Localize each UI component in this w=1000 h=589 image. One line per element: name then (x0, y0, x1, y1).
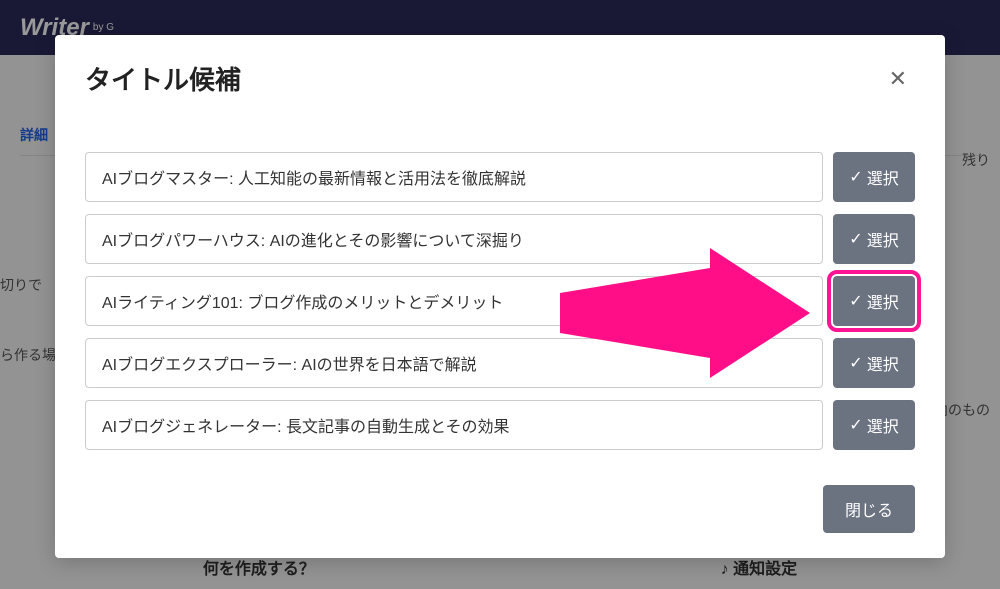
modal-footer: 閉じる (85, 485, 915, 533)
candidate-row: AIブログエクスプローラー: AIの世界を日本語で解説✓選択 (85, 338, 915, 388)
close-icon[interactable]: ✕ (881, 62, 915, 96)
close-button[interactable]: 閉じる (823, 485, 915, 533)
modal-header: タイトル候補 ✕ (85, 60, 915, 97)
check-icon: ✓ (849, 291, 862, 311)
select-button-label: 選択 (867, 165, 899, 189)
candidate-text: AIブログエクスプローラー: AIの世界を日本語で解説 (85, 338, 823, 388)
select-button[interactable]: ✓選択 (833, 276, 915, 326)
candidate-row: AIブログマスター: 人工知能の最新情報と活用法を徹底解説✓選択 (85, 152, 915, 202)
select-button-label: 選択 (867, 289, 899, 313)
candidate-row: AIブログジェネレーター: 長文記事の自動生成とその効果✓選択 (85, 400, 915, 450)
check-icon: ✓ (849, 415, 862, 435)
candidate-text: AIブログマスター: 人工知能の最新情報と活用法を徹底解説 (85, 152, 823, 202)
select-button-label: 選択 (867, 227, 899, 251)
candidate-text: AIブログパワーハウス: AIの進化とその影響について深掘り (85, 214, 823, 264)
select-button[interactable]: ✓選択 (833, 400, 915, 450)
candidate-text: AIライティング101: ブログ作成のメリットとデメリット (85, 276, 823, 326)
candidate-row: AIブログパワーハウス: AIの進化とその影響について深掘り✓選択 (85, 214, 915, 264)
candidate-text: AIブログジェネレーター: 長文記事の自動生成とその効果 (85, 400, 823, 450)
check-icon: ✓ (849, 353, 862, 373)
title-candidates-modal: タイトル候補 ✕ AIブログマスター: 人工知能の最新情報と活用法を徹底解説✓選… (55, 35, 945, 558)
select-button-label: 選択 (867, 351, 899, 375)
modal-title: タイトル候補 (85, 60, 241, 97)
candidates-list: AIブログマスター: 人工知能の最新情報と活用法を徹底解説✓選択AIブログパワー… (85, 152, 915, 450)
check-icon: ✓ (849, 229, 862, 249)
select-button[interactable]: ✓選択 (833, 214, 915, 264)
candidate-row: AIライティング101: ブログ作成のメリットとデメリット✓選択 (85, 276, 915, 326)
select-button[interactable]: ✓選択 (833, 338, 915, 388)
select-button[interactable]: ✓選択 (833, 152, 915, 202)
select-button-label: 選択 (867, 413, 899, 437)
check-icon: ✓ (849, 167, 862, 187)
